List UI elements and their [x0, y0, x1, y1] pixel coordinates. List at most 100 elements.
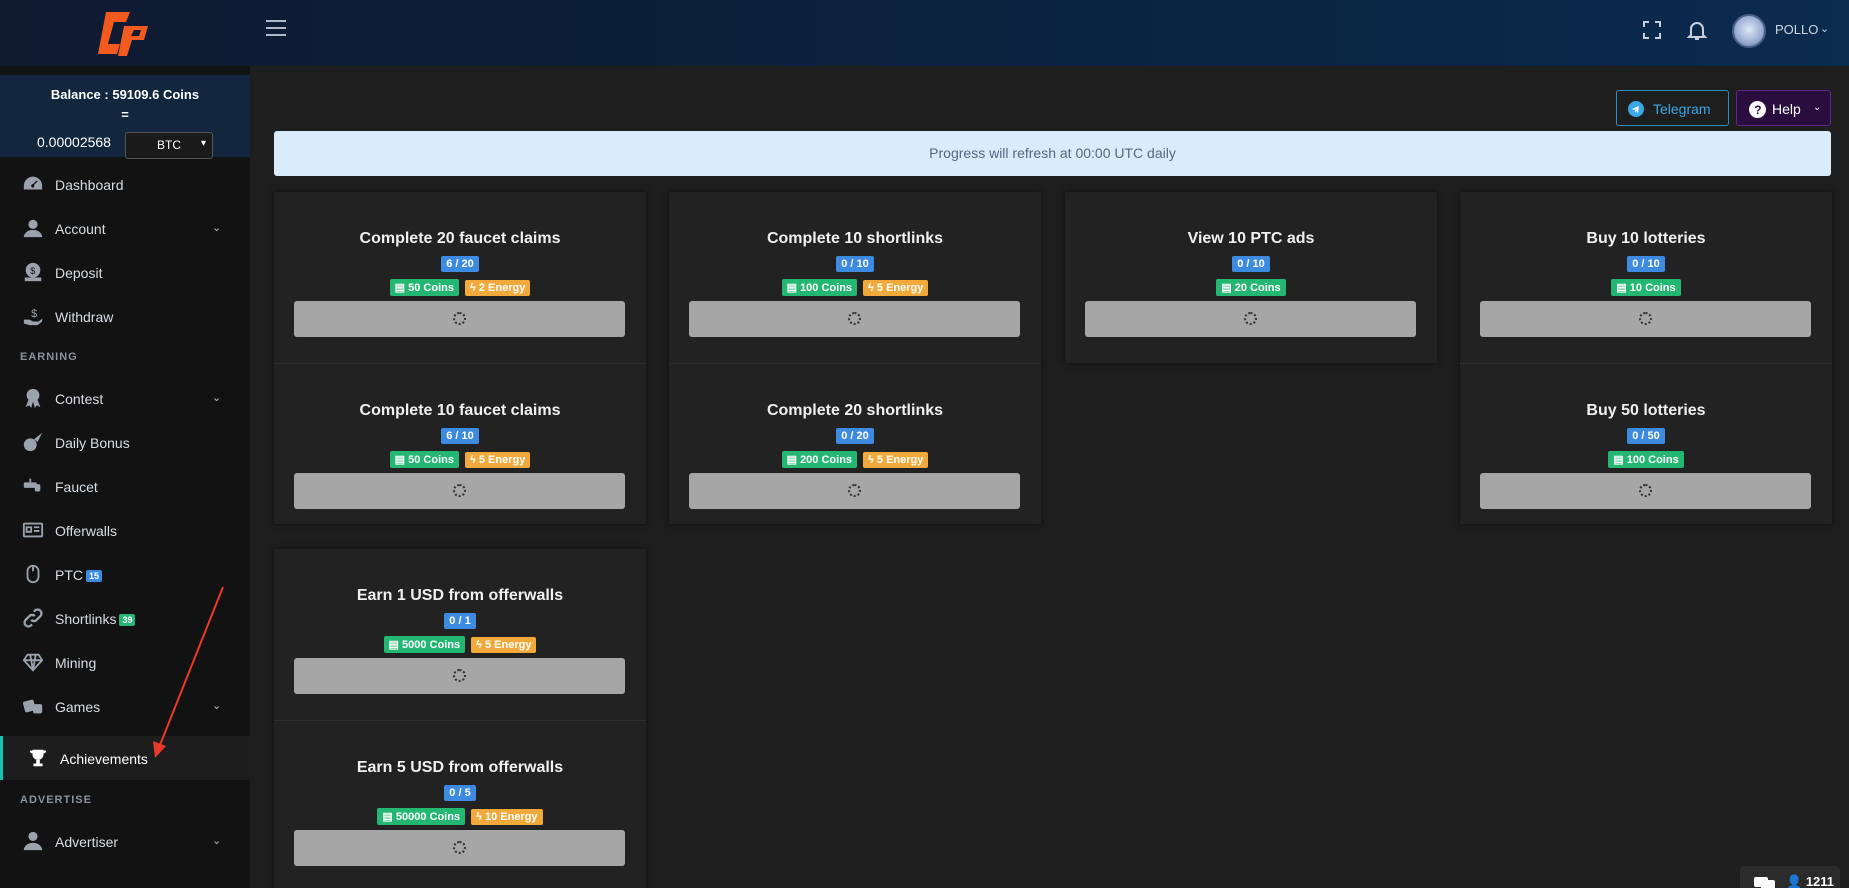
- sidebar-item-label: Faucet: [55, 479, 98, 495]
- energy-reward-badge: ϟ 5 Energy: [471, 637, 537, 653]
- energy-reward-text: 5 Energy: [478, 454, 526, 466]
- spinner-icon: [453, 669, 466, 682]
- achievement-title: View 10 PTC ads: [1187, 230, 1315, 247]
- sidebar-item-contest[interactable]: Contest ⌄: [0, 376, 250, 420]
- achievement-item: View 10 PTC ads 0 / 10 ▤ 20 Coins: [1065, 192, 1437, 353]
- energy-reward-badge: ϟ 10 Energy: [471, 809, 543, 825]
- currency-select[interactable]: BTC ▾: [125, 132, 213, 159]
- claim-button[interactable]: [294, 301, 625, 337]
- chevron-down-icon: ⌄: [212, 222, 222, 234]
- help-button[interactable]: ? Help ⌄: [1736, 90, 1831, 126]
- energy-reward-text: 5 Energy: [876, 282, 924, 294]
- progress-badge: 0 / 10: [836, 256, 874, 272]
- user-name[interactable]: POLLO: [1775, 22, 1818, 37]
- achievement-title: Buy 50 lotteries: [1586, 402, 1706, 419]
- meteor-icon: [23, 432, 43, 452]
- ptc-count-badge: 15: [86, 570, 103, 582]
- telegram-label: Telegram: [1653, 101, 1711, 117]
- coins-reward-text: 100 Coins: [800, 282, 853, 294]
- claim-button[interactable]: [1480, 301, 1811, 337]
- sidebar-item-label: Daily Bonus: [55, 435, 130, 451]
- user-icon: [23, 219, 43, 238]
- dashboard-icon: [23, 176, 43, 190]
- achievement-title: Complete 20 faucet claims: [359, 230, 561, 247]
- spinner-icon: [848, 312, 861, 325]
- withdraw-icon: $: [23, 308, 43, 326]
- claim-button[interactable]: [1085, 301, 1416, 337]
- energy-reward-badge: ϟ 5 Energy: [464, 452, 531, 468]
- chevron-down-icon: ▾: [200, 138, 206, 149]
- bell-icon[interactable]: [1685, 18, 1709, 42]
- sidebar-item-advertiser[interactable]: Advertiser ⌄: [0, 819, 250, 863]
- sidebar-item-daily-bonus[interactable]: Daily Bonus: [0, 420, 250, 464]
- coins-reward-text: 5000 Coins: [402, 639, 461, 651]
- sidebar-item-mining[interactable]: Mining: [0, 640, 250, 684]
- claim-button[interactable]: [1480, 473, 1811, 509]
- fullscreen-icon[interactable]: [1640, 18, 1664, 42]
- sidebar-item-offerwalls[interactable]: Offerwalls: [0, 508, 250, 552]
- claim-button[interactable]: [294, 658, 625, 694]
- telegram-icon: [1628, 101, 1644, 117]
- achievement-item: Complete 10 faucet claims 6 / 10 ▤ 50 Co…: [274, 363, 646, 524]
- advertiser-icon: [23, 831, 43, 851]
- chevron-down-icon[interactable]: ⌄: [1820, 22, 1829, 35]
- coins-reward-badge: ▤ 100 Coins: [781, 279, 858, 296]
- energy-reward-text: 2 Energy: [478, 282, 526, 294]
- chevron-down-icon: ⌄: [212, 700, 222, 712]
- sidebar-item-faucet[interactable]: Faucet: [0, 464, 250, 508]
- spinner-icon: [1639, 484, 1652, 497]
- avatar[interactable]: [1732, 14, 1766, 48]
- faucet-icon: [23, 478, 41, 492]
- claim-button[interactable]: [294, 830, 625, 866]
- claim-button[interactable]: [689, 473, 1020, 509]
- claim-button[interactable]: [689, 301, 1020, 337]
- achievement-item: Complete 20 faucet claims 6 / 20 ▤ 50 Co…: [274, 192, 646, 353]
- sidebar-item-achievements[interactable]: Achievements: [0, 736, 250, 780]
- coins-reward-text: 10 Coins: [1629, 282, 1676, 294]
- spinner-icon: [453, 312, 466, 325]
- achievement-card: Complete 20 faucet claims 6 / 20 ▤ 50 Co…: [274, 192, 646, 524]
- sidebar-item-withdraw[interactable]: $ Withdraw: [0, 294, 250, 338]
- balance-box: Balance : 59109.6 Coins = 0.00002568 BTC…: [0, 75, 250, 159]
- sidebar-item-dashboard[interactable]: Dashboard: [0, 162, 250, 206]
- sidebar-item-label: Games: [55, 699, 101, 715]
- coins-reward-badge: ▤ 20 Coins: [1216, 279, 1286, 296]
- claim-button[interactable]: [294, 473, 625, 509]
- chat-widget[interactable]: 👤 1211: [1740, 866, 1840, 888]
- achievement-item: Buy 50 lotteries 0 / 50 ▤ 100 Coins: [1460, 363, 1832, 524]
- coins-reward-badge: ▤ 50 Coins: [389, 279, 459, 296]
- sidebar-item-shortlinks[interactable]: Shortlinks 39: [0, 596, 250, 640]
- topbar: POLLO ⌄: [0, 0, 1849, 66]
- achievement-title: Complete 10 shortlinks: [766, 230, 944, 247]
- brand-logo[interactable]: [96, 6, 152, 60]
- sidebar-item-label: Achievements: [60, 751, 148, 767]
- sidebar-item-label: Deposit: [55, 265, 103, 281]
- coins-reward-text: 100 Coins: [1626, 454, 1679, 466]
- telegram-button[interactable]: Telegram: [1616, 90, 1729, 126]
- sidebar-item-account[interactable]: Account ⌄: [0, 206, 250, 250]
- coins-reward-badge: ▤ 5000 Coins: [383, 636, 466, 653]
- svg-text:$: $: [30, 266, 35, 276]
- spinner-icon: [453, 841, 466, 854]
- sidebar-item-label: Shortlinks 39: [55, 611, 136, 627]
- sidebar-item-label: Offerwalls: [55, 523, 117, 539]
- help-label: Help: [1772, 101, 1801, 117]
- spinner-icon: [848, 484, 861, 497]
- sidebar-item-deposit[interactable]: $ Deposit: [0, 250, 250, 294]
- equals-sign: =: [121, 107, 129, 122]
- deposit-icon: $: [24, 262, 42, 282]
- coins-reward-badge: ▤ 50 Coins: [389, 451, 459, 468]
- sidebar-item-games[interactable]: Games ⌄: [0, 684, 250, 728]
- sidebar-item-label: Mining: [55, 655, 97, 671]
- award-icon: [25, 388, 41, 409]
- coins-reward-text: 50 Coins: [408, 282, 454, 294]
- achievement-title: Earn 1 USD from offerwalls: [356, 587, 564, 604]
- chevron-down-icon: ⌄: [1813, 102, 1822, 113]
- sidebar-item-label: Advertiser: [55, 834, 119, 850]
- sidebar-item-ptc[interactable]: PTC 15: [0, 552, 250, 596]
- shortlinks-count-badge: 39: [119, 614, 136, 626]
- menu-icon[interactable]: [266, 20, 286, 38]
- chat-icon: [1754, 877, 1775, 888]
- shortlinks-label: Shortlinks: [55, 611, 117, 627]
- achievement-item: Earn 5 USD from offerwalls 0 / 5 ▤ 50000…: [274, 720, 646, 881]
